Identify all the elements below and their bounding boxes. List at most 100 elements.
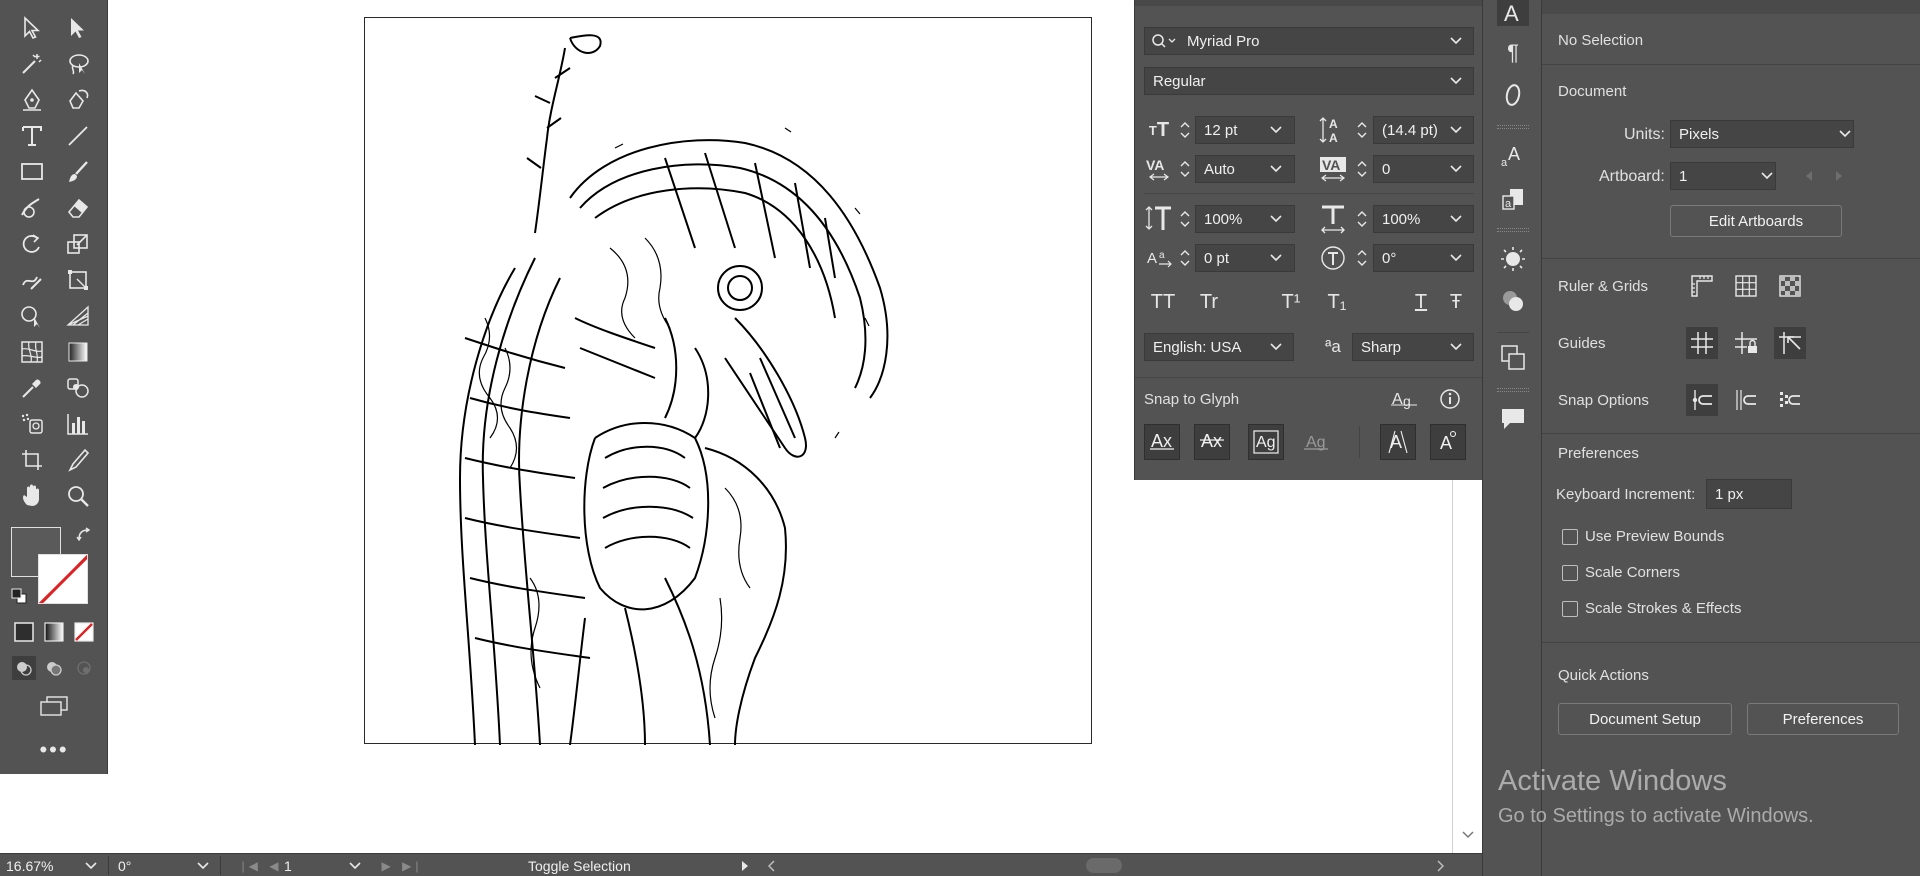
font-family-field[interactable]: Myriad Pro (1144, 27, 1474, 55)
chevron-down-icon[interactable] (1269, 341, 1283, 353)
rotate-tool-icon[interactable] (14, 228, 50, 260)
shape-builder-tool-icon[interactable] (14, 300, 50, 332)
scroll-right-icon[interactable] (1434, 859, 1446, 873)
chevron-down-icon[interactable] (84, 860, 98, 872)
draw-normal-icon[interactable] (12, 656, 36, 680)
chevron-down-icon[interactable] (1449, 35, 1463, 47)
direct-selection-tool-icon[interactable] (60, 12, 96, 44)
info-icon[interactable] (1437, 386, 1463, 412)
comments-panel-icon[interactable] (1497, 404, 1529, 434)
baseline-shift-stepper-icon[interactable] (1178, 244, 1192, 272)
scale-tool-icon[interactable] (60, 228, 96, 260)
strikethrough-icon[interactable]: Ŧ (1438, 288, 1474, 316)
warp-tool-icon[interactable] (14, 264, 50, 296)
strip-grip[interactable] (1497, 125, 1529, 129)
color-mode-icon[interactable] (12, 620, 36, 644)
subscript-icon[interactable]: T₁ (1319, 288, 1355, 316)
chevron-down-icon[interactable] (348, 860, 362, 872)
glyphs-panel-icon[interactable]: Aa (1497, 140, 1529, 170)
rotate-view-field[interactable]: 0° (118, 856, 208, 875)
zoom-tool-icon[interactable] (60, 480, 96, 512)
transparency-grid-icon[interactable] (1776, 272, 1804, 300)
draw-behind-icon[interactable] (42, 656, 66, 680)
snap-baseline-icon[interactable]: Ax (1144, 424, 1180, 460)
underline-icon[interactable]: T (1403, 288, 1439, 316)
chevron-down-icon[interactable] (1449, 75, 1463, 87)
graphic-styles-icon[interactable] (1497, 286, 1529, 316)
curvature-tool-icon[interactable] (60, 84, 96, 116)
snap-to-point-icon[interactable] (1686, 384, 1718, 416)
screen-mode-icon[interactable] (36, 692, 72, 720)
none-mode-icon[interactable] (72, 620, 96, 644)
rectangle-tool-icon[interactable] (14, 156, 50, 188)
strip-grip[interactable] (1497, 388, 1529, 392)
gradient-mode-icon[interactable] (42, 620, 66, 644)
snap-proximity-icon[interactable]: Ag (1298, 424, 1334, 460)
status-menu-arrow-icon[interactable] (738, 859, 752, 873)
next-artboard-icon[interactable] (1832, 169, 1846, 183)
gradient-tool-icon[interactable] (60, 336, 96, 368)
units-dropdown[interactable]: Pixels (1670, 120, 1854, 148)
superscript-icon[interactable]: T¹ (1273, 288, 1309, 316)
tracking-stepper-icon[interactable] (1355, 155, 1369, 183)
appearance-panel-icon[interactable] (1497, 244, 1529, 274)
chevron-down-icon[interactable] (1269, 252, 1283, 264)
glyph-settings-icon[interactable]: Ag (1389, 386, 1419, 412)
chevron-down-icon[interactable] (1449, 163, 1463, 175)
toggle-selection-status[interactable]: Toggle Selection (528, 856, 728, 875)
more-tools-icon[interactable]: ••• (36, 737, 72, 762)
chevron-down-icon[interactable] (1269, 163, 1283, 175)
leading-stepper-icon[interactable] (1355, 116, 1369, 144)
scroll-thumb[interactable] (1086, 858, 1122, 873)
ruler-icon[interactable] (1688, 272, 1716, 300)
swap-fill-stroke-icon[interactable] (74, 525, 94, 545)
column-graph-tool-icon[interactable] (60, 408, 96, 440)
selection-tool-icon[interactable] (14, 12, 50, 44)
horizontal-scrollbar[interactable] (760, 856, 1452, 875)
chevron-down-icon[interactable] (1760, 170, 1774, 182)
free-transform-tool-icon[interactable] (60, 264, 96, 296)
horizontal-scale-stepper-icon[interactable] (1355, 205, 1369, 233)
smart-guides-icon[interactable] (1774, 327, 1806, 359)
next-last-artboard-icon[interactable]: ▶ ▶| (372, 858, 432, 874)
vertical-scale-stepper-icon[interactable] (1178, 205, 1192, 233)
chevron-down-icon[interactable] (1269, 124, 1283, 136)
chevron-down-icon[interactable] (196, 860, 210, 872)
scroll-left-icon[interactable] (766, 859, 778, 873)
snap-xheight-icon[interactable]: Ax (1194, 424, 1230, 460)
eraser-tool-icon[interactable] (60, 192, 96, 224)
snap-to-grid-icon[interactable] (1730, 384, 1762, 416)
chevron-down-icon[interactable] (1449, 213, 1463, 225)
preferences-button[interactable]: Preferences (1747, 703, 1899, 735)
lasso-tool-icon[interactable] (60, 48, 96, 80)
first-prev-artboard-icon[interactable]: |◀ ◀ (232, 858, 292, 874)
symbol-sprayer-tool-icon[interactable] (14, 408, 50, 440)
kerning-stepper-icon[interactable] (1178, 155, 1192, 183)
paintbrush-tool-icon[interactable] (60, 156, 96, 188)
character-rotation-stepper-icon[interactable] (1355, 244, 1369, 272)
character-panel-icon[interactable]: A (1497, 0, 1529, 26)
type-tool-icon[interactable] (14, 120, 50, 152)
chevron-down-icon[interactable] (1449, 124, 1463, 136)
traced-artwork[interactable] (365, 18, 1093, 745)
keyboard-increment-field[interactable]: 1 px (1706, 479, 1792, 509)
mesh-tool-icon[interactable] (14, 336, 50, 368)
eyedropper-tool-icon[interactable] (14, 372, 50, 404)
paragraph-panel-icon[interactable]: ¶ (1497, 38, 1529, 68)
font-size-stepper-icon[interactable] (1178, 116, 1192, 144)
draw-inside-icon[interactable] (72, 656, 96, 680)
guides-show-icon[interactable] (1686, 327, 1718, 359)
scale-strokes-checkbox[interactable] (1562, 601, 1578, 617)
default-fill-stroke-icon[interactable] (9, 586, 29, 606)
chevron-down-icon[interactable] (1838, 128, 1852, 140)
snap-to-pixel-icon[interactable] (1774, 384, 1806, 416)
snap-angular-icon[interactable]: A (1380, 424, 1416, 460)
stroke-swatch[interactable] (38, 554, 88, 604)
snap-glyph-bounds-icon[interactable]: Ag (1248, 424, 1284, 460)
chevron-down-icon[interactable] (1449, 252, 1463, 264)
artboards-panel-icon[interactable] (1497, 342, 1529, 374)
hand-tool-icon[interactable] (14, 480, 50, 512)
artboard-tool-icon[interactable] (14, 444, 50, 476)
grid-icon[interactable] (1732, 272, 1760, 300)
pen-tool-icon[interactable] (14, 84, 50, 116)
